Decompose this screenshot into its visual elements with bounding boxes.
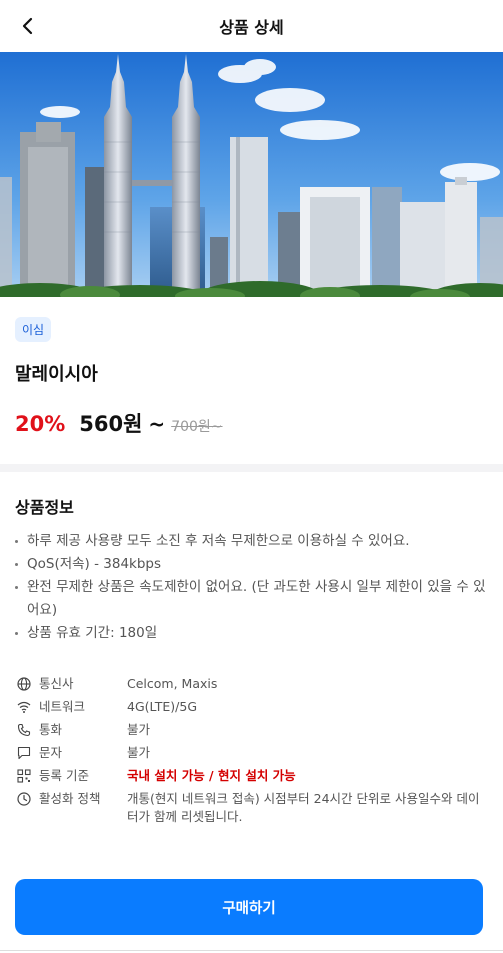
spec-list: 통신사 Celcom, Maxis 네트워크 4G(LTE)/5G 통화 불가 … <box>15 675 488 826</box>
info-bullet: 하루 제공 사용량 모두 소진 후 저속 무제한으로 이용하실 수 있어요. <box>15 530 488 553</box>
product-summary: 이심 말레이시아 20% 560원 ~ 700원~ <box>0 297 503 438</box>
esim-badge: 이심 <box>15 317 52 342</box>
spec-label: 문자 <box>39 745 63 760</box>
original-price: 700원~ <box>171 419 223 435</box>
sale-price: 560원 <box>79 412 143 436</box>
back-button[interactable] <box>12 10 44 42</box>
spec-label: 네트워크 <box>39 699 86 714</box>
spec-label: 통신사 <box>39 676 74 691</box>
spec-value: 불가 <box>127 745 151 760</box>
spec-value: 불가 <box>127 722 151 737</box>
price-row: 20% 560원 ~ 700원~ <box>15 408 488 438</box>
info-bullet-list: 하루 제공 사용량 모두 소진 후 저속 무제한으로 이용하실 수 있어요. Q… <box>15 530 488 645</box>
spec-value-highlight: 국내 설치 가능 / 현지 설치 가능 <box>127 768 296 783</box>
clock-icon <box>15 790 33 808</box>
spec-row-carrier: 통신사 Celcom, Maxis <box>15 675 488 693</box>
spec-label: 등록 기준 <box>39 768 89 783</box>
buy-button[interactable]: 구매하기 <box>15 879 483 935</box>
spec-value: 개통(현지 네트워크 접속) 시점부터 24시간 단위로 사용일수와 데이터가 … <box>127 791 480 824</box>
spec-label: 활성화 정책 <box>39 791 101 806</box>
product-name: 말레이시아 <box>15 364 98 385</box>
globe-icon <box>15 675 33 693</box>
top-bar: 상품 상세 <box>0 0 503 52</box>
section-divider <box>0 464 503 472</box>
hero-image <box>0 52 503 297</box>
spec-row-activation: 활성화 정책 개통(현지 네트워크 접속) 시점부터 24시간 단위로 사용일수… <box>15 790 488 826</box>
chevron-left-icon <box>22 17 33 35</box>
discount-rate: 20% <box>15 412 66 436</box>
spec-row-sms: 문자 불가 <box>15 744 488 762</box>
spec-row-network: 네트워크 4G(LTE)/5G <box>15 698 488 716</box>
info-bullet: 완전 무제한 상품은 속도제한이 없어요. (단 과도한 사용시 일부 제한이 … <box>15 576 488 622</box>
message-icon <box>15 744 33 762</box>
section-title: 상품정보 <box>15 498 74 517</box>
qr-icon <box>15 767 33 785</box>
wifi-icon <box>15 698 33 716</box>
info-bullet: 상품 유효 기간: 180일 <box>15 622 488 645</box>
product-info-section: 상품정보 하루 제공 사용량 모두 소진 후 저속 무제한으로 이용하실 수 있… <box>0 472 503 826</box>
spec-value: 4G(LTE)/5G <box>127 699 198 714</box>
spec-label: 통화 <box>39 722 63 737</box>
bottom-divider <box>0 950 503 951</box>
spec-row-call: 통화 불가 <box>15 721 488 739</box>
page-title: 상품 상세 <box>219 18 284 37</box>
phone-icon <box>15 721 33 739</box>
spec-value: Celcom, Maxis <box>127 676 218 691</box>
spec-row-registration: 등록 기준 국내 설치 가능 / 현지 설치 가능 <box>15 767 488 785</box>
info-bullet: QoS(저속) - 384kbps <box>15 553 488 576</box>
price-tilde: ~ <box>148 412 166 436</box>
